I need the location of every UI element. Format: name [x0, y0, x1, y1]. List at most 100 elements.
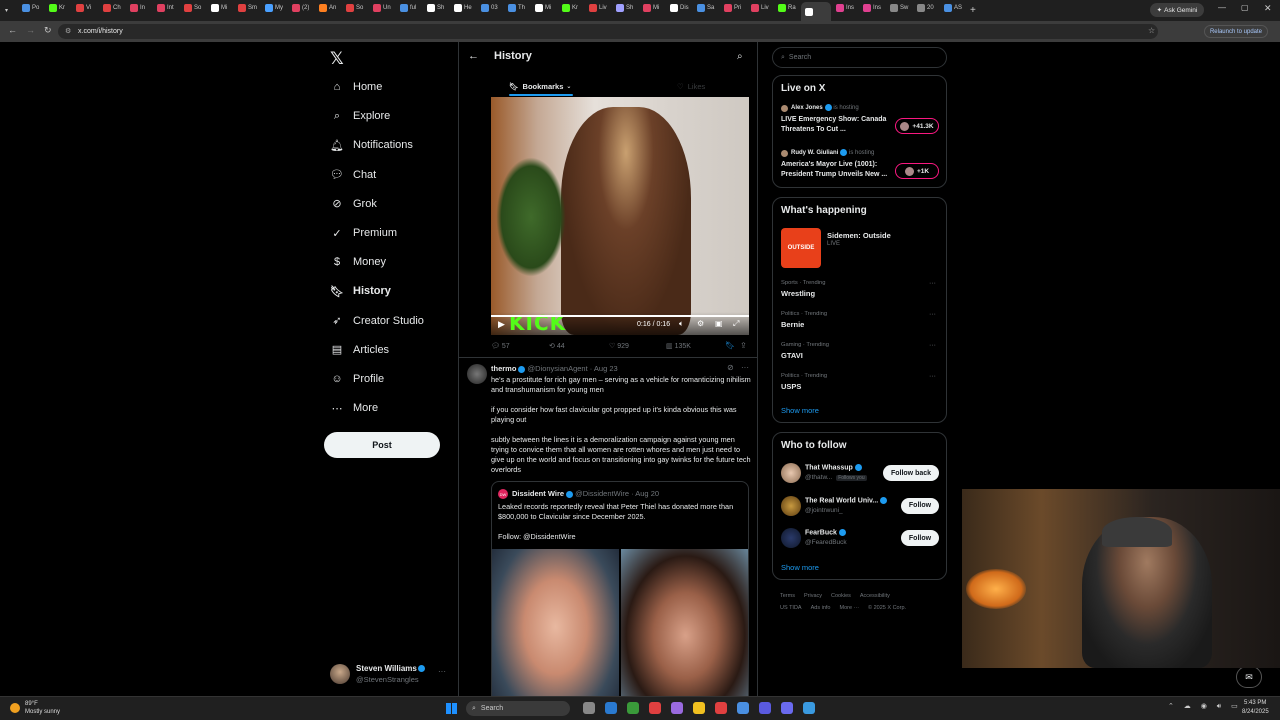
browser-tab[interactable]: My — [261, 0, 287, 16]
browser-tab[interactable]: Sm — [234, 0, 260, 16]
trend-item[interactable]: Gaming · Trending GTAVI ··· — [781, 342, 941, 368]
weather-icon[interactable] — [10, 703, 20, 713]
trend-item[interactable]: Politics · Trending USPS ··· — [781, 373, 941, 399]
follow-suggestion[interactable]: That Whassup @thatw... Follows you Follow b… — [781, 461, 943, 489]
browser-tab[interactable]: In — [126, 0, 152, 16]
browser-tab[interactable]: Mi — [207, 0, 233, 16]
back-arrow-icon[interactable]: ← — [468, 50, 479, 62]
fullscreen-icon[interactable]: ⤢ — [733, 319, 739, 329]
browser-tab[interactable]: Dis — [666, 0, 692, 16]
browser-tab[interactable]: Sh — [612, 0, 638, 16]
views-button[interactable]: ▥ 135K — [666, 342, 691, 350]
taskbar-app-icon[interactable] — [715, 702, 727, 714]
nav-item-history[interactable]: 🔖︎ History — [330, 279, 391, 303]
browser-tab[interactable]: Pri — [720, 0, 746, 16]
account-switcher[interactable]: Steven Williams @StevenStrangles ··· — [330, 662, 448, 686]
nav-item-more[interactable]: ⋯ More — [330, 396, 379, 420]
trend-item[interactable]: Politics · Trending Bernie ··· — [781, 311, 941, 337]
taskbar-app-icon[interactable] — [583, 702, 595, 714]
share-icon[interactable]: ⇪ — [740, 341, 747, 350]
more-dots-icon[interactable]: ··· — [929, 311, 936, 318]
post-author[interactable]: thermo @DionysianAgent · Aug 23 — [491, 364, 618, 373]
browser-tab[interactable]: 20 — [913, 0, 939, 16]
tab-bookmarks[interactable]: 🔖︎ Bookmarks ⌄ — [509, 78, 571, 94]
quoted-post[interactable]: DW Dissident Wire @DissidentWire · Aug 2… — [491, 481, 749, 696]
browser-tab[interactable]: Ins — [832, 0, 858, 16]
taskbar-app-icon[interactable] — [693, 702, 705, 714]
quote-image-right[interactable] — [621, 549, 748, 696]
browser-tab[interactable] — [801, 2, 831, 21]
post-button[interactable]: Post — [324, 432, 440, 458]
pip-icon[interactable]: ▣ — [715, 319, 723, 328]
browser-tab[interactable]: ful — [396, 0, 422, 16]
bookmark-active-icon[interactable]: 🔖︎ — [725, 341, 735, 350]
follow-button[interactable]: Follow back — [883, 465, 939, 481]
browser-tab[interactable]: Th — [504, 0, 530, 16]
more-dots-icon[interactable]: ··· — [929, 342, 936, 349]
browser-tab[interactable]: Sw — [886, 0, 912, 16]
more-dots-icon[interactable]: ··· — [929, 280, 936, 287]
follow-show-more[interactable]: Show more — [781, 563, 819, 572]
grok-icon[interactable]: ⊘ — [727, 363, 734, 372]
maximize-button[interactable]: ▢ — [1241, 3, 1249, 12]
ask-gemini-button[interactable]: ✦ Ask Gemini — [1150, 3, 1204, 17]
nav-item-articles[interactable]: ▤ Articles — [330, 338, 389, 362]
follow-button[interactable]: Follow — [901, 530, 939, 546]
taskbar-app-icon[interactable] — [737, 702, 749, 714]
taskbar-app-icon[interactable] — [605, 702, 617, 714]
taskbar-app-icon[interactable] — [781, 702, 793, 714]
browser-tab[interactable]: Liv — [585, 0, 611, 16]
footer-link[interactable]: Privacy — [804, 593, 822, 599]
start-icon[interactable] — [446, 703, 457, 714]
footer-link[interactable]: Cookies — [831, 593, 851, 599]
reload-icon[interactable]: ↻ — [44, 25, 52, 36]
more-dots-icon[interactable]: ··· — [438, 667, 446, 676]
live-count-badge[interactable]: +41.3K — [895, 118, 939, 134]
nav-item-creator-studio[interactable]: ➶ Creator Studio — [330, 309, 424, 333]
like-button[interactable]: ♡ 929 — [609, 342, 629, 350]
nav-item-grok[interactable]: ⊘ Grok — [330, 192, 376, 216]
taskbar-app-icon[interactable] — [671, 702, 683, 714]
browser-tab[interactable]: Kr — [558, 0, 584, 16]
footer-link[interactable]: Terms — [780, 593, 795, 599]
taskbar-app-icon[interactable] — [759, 702, 771, 714]
tab-likes[interactable]: ♡ Likes — [677, 78, 705, 94]
x-logo-icon[interactable]: 𝕏 — [330, 49, 344, 69]
taskbar-app-icon[interactable] — [649, 702, 661, 714]
site-info-icon[interactable]: ⚙ — [65, 27, 71, 35]
close-window-button[interactable]: ✕ — [1264, 3, 1272, 14]
browser-tab[interactable]: AS — [940, 0, 966, 16]
browser-tab[interactable]: He — [450, 0, 476, 16]
browser-tab[interactable]: Vi — [72, 0, 98, 16]
forward-icon[interactable]: → — [26, 25, 35, 35]
more-dots-icon[interactable]: ··· — [929, 373, 936, 380]
relaunch-button[interactable]: Relaunch to update — [1204, 25, 1268, 38]
quote-image-left[interactable] — [492, 549, 619, 696]
back-icon[interactable]: ← — [8, 25, 17, 35]
follow-suggestion[interactable]: The Real World Univ... @jointrwuni_ Follow — [781, 494, 943, 522]
browser-tab[interactable]: Mi — [531, 0, 557, 16]
taskbar-app-icon[interactable] — [803, 702, 815, 714]
address-bar[interactable]: ⚙ x.com/i/history ☆ — [58, 24, 1158, 39]
browser-tab[interactable]: Sa — [693, 0, 719, 16]
browser-tab[interactable]: So — [180, 0, 206, 16]
browser-tab[interactable]: Ch — [99, 0, 125, 16]
minimize-button[interactable]: — — [1218, 3, 1226, 12]
settings-icon[interactable]: ⚙ — [697, 319, 704, 328]
browser-tab[interactable]: (2) — [288, 0, 314, 16]
search-icon[interactable]: ⌕ — [737, 51, 743, 62]
follow-button[interactable]: Follow — [901, 497, 939, 514]
live-count-badge[interactable]: +1K — [895, 163, 939, 179]
browser-tab[interactable]: Ins — [859, 0, 885, 16]
browser-tab[interactable]: An — [315, 0, 341, 16]
browser-tab[interactable]: So — [342, 0, 368, 16]
browser-tab[interactable]: Kr — [45, 0, 71, 16]
nav-item-home[interactable]: ⌂ Home — [330, 75, 383, 99]
star-icon[interactable]: ☆ — [1148, 26, 1155, 35]
reply-button[interactable]: 💬︎ 57 — [491, 342, 510, 350]
live-item[interactable]: Rudy W. Giuliani is hosting America's May… — [781, 149, 941, 189]
repost-button[interactable]: ⟲ 44 — [549, 342, 565, 350]
footer-link[interactable]: More ··· — [839, 605, 859, 611]
browser-tab[interactable]: Int — [153, 0, 179, 16]
happening-show-more[interactable]: Show more — [781, 406, 819, 415]
